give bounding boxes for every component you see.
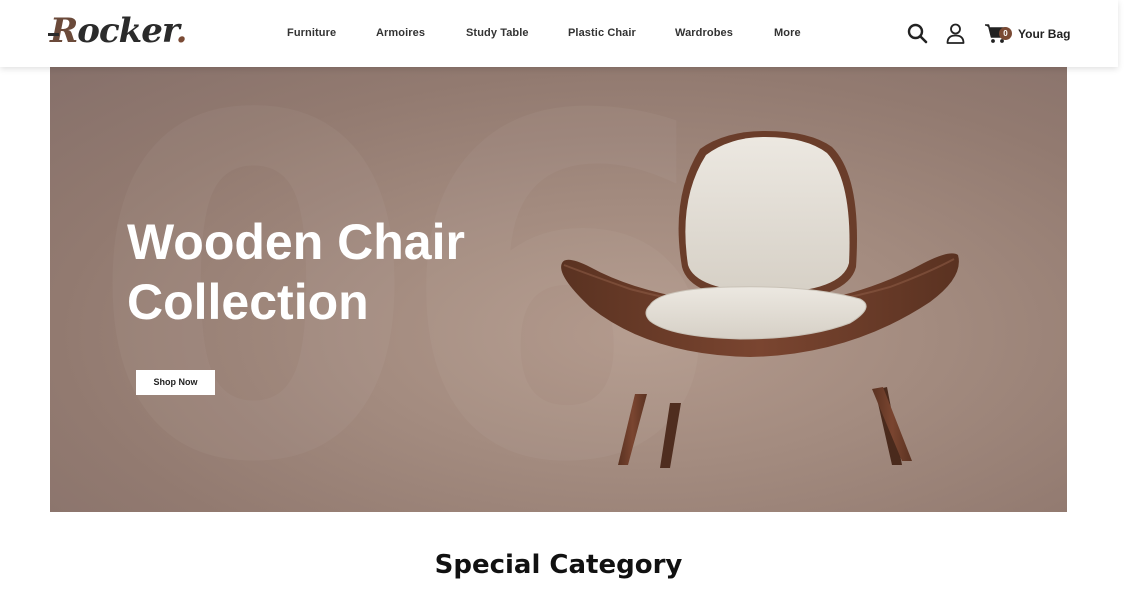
hero-title-line-1: Wooden Chair — [127, 214, 465, 270]
hero-chair-image — [561, 131, 959, 468]
header-actions: 0 Your Bag — [0, 0, 1118, 67]
search-icon[interactable] — [907, 23, 928, 44]
hero-title-line-2: Collection — [127, 274, 369, 330]
site-header: Rocker. Furniture Armoires Study Table P… — [0, 0, 1118, 67]
user-icon[interactable] — [946, 23, 965, 44]
your-bag-link[interactable]: Your Bag — [1018, 27, 1070, 41]
hero-banner: 06 Wooden Chair Collection Shop Now — [50, 67, 1067, 512]
shop-now-button[interactable]: Shop Now — [136, 370, 215, 395]
cart-count-badge: 0 — [999, 27, 1012, 40]
hero-title: Wooden Chair Collection — [127, 212, 527, 332]
section-title: Special Category — [434, 550, 683, 580]
